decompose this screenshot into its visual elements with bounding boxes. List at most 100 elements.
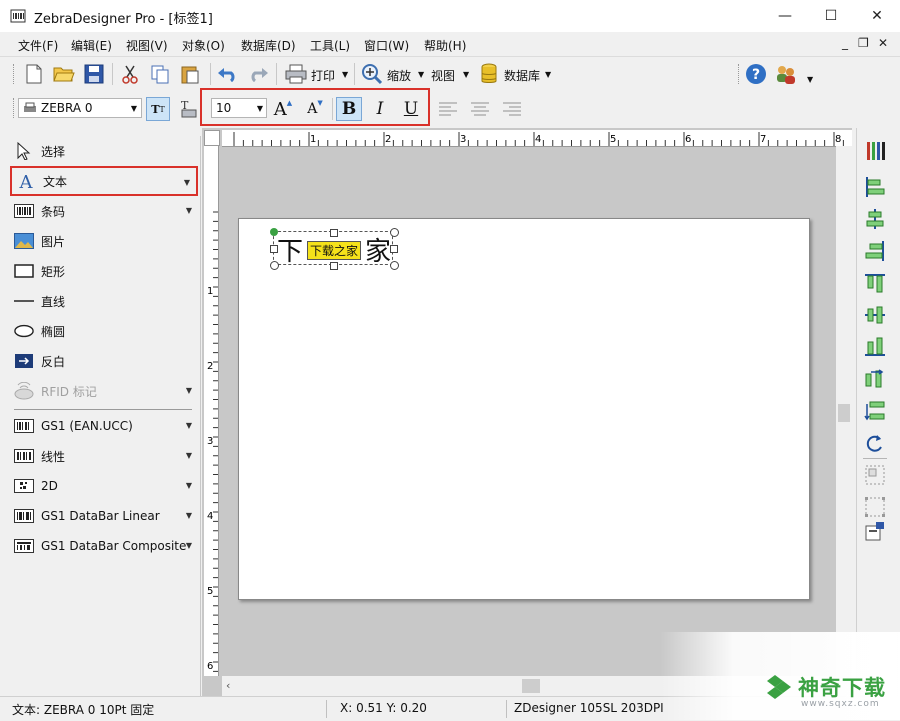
close-button[interactable]: ✕: [854, 0, 900, 32]
tool-linear[interactable]: 线性 ▼: [10, 443, 198, 469]
resize-handle[interactable]: [390, 261, 399, 270]
tool-linear-dropdown-arrow-icon[interactable]: ▼: [186, 451, 192, 460]
ruler-corner-icon[interactable]: [204, 130, 220, 146]
copy-icon[interactable]: [148, 62, 172, 86]
new-file-icon[interactable]: [22, 62, 46, 86]
menu-view[interactable]: 视图(V): [126, 37, 168, 54]
italic-button[interactable]: I: [367, 97, 393, 121]
align-top-edges-icon[interactable]: [864, 272, 886, 294]
tool-2d-dropdown-arrow-icon[interactable]: ▼: [186, 481, 192, 490]
zoom-dropdown-arrow-icon[interactable]: ▼: [418, 70, 424, 79]
resize-handle[interactable]: [390, 228, 399, 237]
scroll-left-arrow-icon[interactable]: ‹: [226, 679, 230, 692]
tool-select[interactable]: 选择: [10, 138, 198, 164]
rotate-icon[interactable]: [864, 432, 886, 454]
menu-database[interactable]: 数据库(D): [241, 37, 296, 54]
tool-databar-composite-dropdown-arrow-icon[interactable]: ▼: [186, 541, 192, 550]
database-dropdown-arrow-icon[interactable]: ▼: [545, 70, 551, 79]
users-icon[interactable]: [774, 62, 798, 86]
toolbar-grip[interactable]: [13, 98, 17, 118]
menu-file[interactable]: 文件(F): [18, 37, 58, 54]
view-dropdown-arrow-icon[interactable]: ▼: [463, 70, 469, 79]
save-icon[interactable]: [82, 62, 106, 86]
distribute-vertical-icon[interactable]: [864, 400, 886, 422]
font-name-select[interactable]: ZEBRA 0 ▼: [18, 98, 142, 118]
toolbar-overflow-icon[interactable]: ▼: [807, 75, 813, 84]
font-printer-icon[interactable]: T: [176, 97, 200, 121]
printer-font-toggle-icon[interactable]: TT: [146, 97, 170, 121]
font-size-select[interactable]: 10 ▼: [211, 98, 267, 118]
font-size-dropdown-arrow-icon[interactable]: ▼: [257, 104, 263, 113]
printer-icon[interactable]: [284, 62, 308, 86]
toolbar-grip[interactable]: [13, 64, 17, 84]
tool-line[interactable]: 直线: [10, 288, 198, 314]
align-vertical-center-icon[interactable]: [864, 304, 886, 326]
align-horizontal-center-icon[interactable]: [864, 208, 886, 230]
toolbar-grip[interactable]: [738, 64, 742, 84]
print-label[interactable]: 打印: [311, 67, 335, 84]
tool-rectangle[interactable]: 矩形: [10, 258, 198, 284]
menu-object[interactable]: 对象(O): [182, 37, 225, 54]
cut-icon[interactable]: [118, 62, 142, 86]
ungroup-objects-icon[interactable]: [864, 496, 886, 518]
shrink-font-button[interactable]: A ▼: [302, 97, 328, 121]
font-dropdown-arrow-icon[interactable]: ▼: [131, 104, 137, 113]
distribute-horizontal-icon[interactable]: [864, 368, 886, 390]
tool-2d[interactable]: 2D ▼: [10, 473, 198, 499]
resize-handle[interactable]: [270, 261, 279, 270]
undo-icon[interactable]: [216, 62, 240, 86]
resize-handle[interactable]: [270, 245, 278, 253]
horizontal-ruler[interactable]: 1 2 3 4 5 6 7 8: [222, 130, 852, 147]
rotate-handle[interactable]: [270, 228, 278, 236]
menu-edit[interactable]: 编辑(E): [71, 37, 112, 54]
align-left-edges-icon[interactable]: [864, 176, 886, 198]
resize-handle[interactable]: [330, 262, 338, 270]
print-dropdown-arrow-icon[interactable]: ▼: [342, 70, 348, 79]
horizontal-scroll-thumb[interactable]: [522, 679, 540, 693]
paste-icon[interactable]: [178, 62, 202, 86]
vertical-ruler[interactable]: 1 2 3 4 5 6: [204, 146, 219, 676]
help-icon[interactable]: ?: [744, 62, 768, 86]
tool-databar-composite[interactable]: GS1 DataBar Composite ▼: [10, 533, 198, 559]
tool-ellipse[interactable]: 椭圆: [10, 318, 198, 344]
mdi-close-button[interactable]: ✕: [878, 36, 888, 50]
grow-font-button[interactable]: A ▲: [270, 97, 296, 121]
redo-icon[interactable]: [246, 62, 270, 86]
zoom-icon[interactable]: [360, 62, 384, 86]
menu-help[interactable]: 帮助(H): [424, 37, 466, 54]
group-objects-icon[interactable]: [864, 464, 886, 486]
tool-inverse[interactable]: 反白: [10, 348, 198, 374]
vertical-scroll-thumb[interactable]: [838, 404, 850, 422]
tool-text-dropdown-arrow-icon[interactable]: ▼: [184, 178, 190, 187]
color-pens-icon[interactable]: [864, 140, 886, 162]
minimize-button[interactable]: —: [762, 0, 808, 32]
view-label[interactable]: 视图: [431, 67, 455, 84]
align-right-edges-icon[interactable]: [864, 240, 886, 262]
menu-window[interactable]: 窗口(W): [364, 37, 409, 54]
mdi-minimize-button[interactable]: _: [842, 36, 848, 50]
resize-handle[interactable]: [330, 229, 338, 237]
menu-tools[interactable]: 工具(L): [310, 37, 350, 54]
label-page[interactable]: 下 家 下载之家: [238, 218, 810, 600]
align-right-icon[interactable]: [500, 97, 524, 121]
database-label[interactable]: 数据库: [504, 67, 540, 84]
zoom-label[interactable]: 缩放: [387, 67, 411, 84]
tool-databar-linear[interactable]: GS1 DataBar Linear ▼: [10, 503, 198, 529]
tool-barcode-dropdown-arrow-icon[interactable]: ▼: [186, 206, 192, 215]
align-center-icon[interactable]: [468, 97, 492, 121]
maximize-button[interactable]: ☐: [808, 0, 854, 32]
object-properties-icon[interactable]: [864, 520, 886, 542]
mdi-restore-button[interactable]: ❐: [858, 36, 869, 50]
tool-databar-linear-dropdown-arrow-icon[interactable]: ▼: [186, 511, 192, 520]
align-bottom-edges-icon[interactable]: [864, 336, 886, 358]
vertical-scrollbar[interactable]: [836, 146, 852, 676]
tool-gs1-ean-ucc[interactable]: GS1 (EAN.UCC) ▼: [10, 413, 198, 439]
tool-barcode[interactable]: 条码 ▼: [10, 198, 198, 224]
tool-text[interactable]: A 文本 ▼: [10, 166, 198, 196]
resize-handle[interactable]: [390, 245, 398, 253]
underline-button[interactable]: U: [398, 97, 424, 121]
database-icon[interactable]: [477, 62, 501, 86]
align-left-icon[interactable]: [436, 97, 460, 121]
tool-gs1-dropdown-arrow-icon[interactable]: ▼: [186, 421, 192, 430]
open-folder-icon[interactable]: [52, 62, 76, 86]
